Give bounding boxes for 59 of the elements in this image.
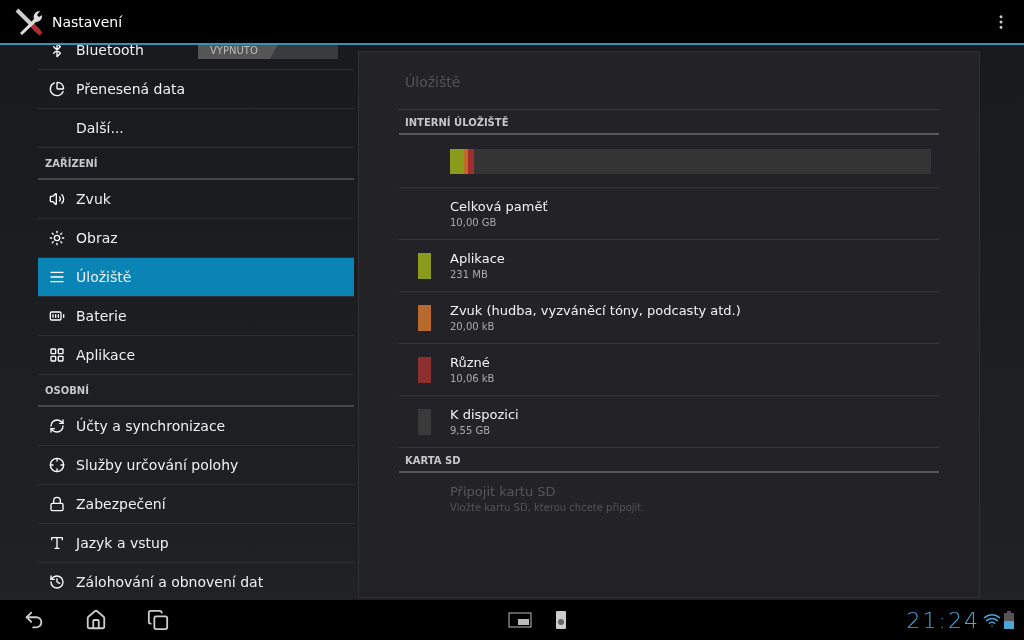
settings-item[interactable]: Úložiště bbox=[38, 258, 354, 297]
settings-item[interactable]: Další... bbox=[38, 109, 354, 148]
item-label: Zvuk bbox=[76, 191, 112, 207]
item-label: Další... bbox=[76, 120, 125, 136]
home-button[interactable] bbox=[84, 608, 108, 632]
item-label: Přenesená data bbox=[76, 81, 187, 97]
item-label: Zálohování a obnovení dat bbox=[76, 574, 265, 590]
entry-title: K dispozici bbox=[450, 407, 519, 422]
category-header: ZAŘÍZENÍ bbox=[38, 148, 354, 180]
section-header: INTERNÍ ÚLOŽIŠTĚ bbox=[399, 110, 939, 135]
settings-item[interactable]: Zvuk bbox=[38, 180, 354, 219]
entry-title: Různé bbox=[450, 355, 491, 370]
setting-icon bbox=[49, 574, 65, 590]
clock: 21:24 bbox=[906, 607, 980, 633]
app-title: Nastavení bbox=[52, 13, 123, 30]
entry-value: 10,06 kB bbox=[450, 373, 495, 384]
settings-item[interactable]: Zabezpečení bbox=[38, 485, 354, 524]
window-icon[interactable] bbox=[508, 612, 533, 628]
tools-icon bbox=[14, 6, 44, 37]
item-label: Aplikace bbox=[76, 347, 136, 363]
setting-icon bbox=[49, 457, 65, 473]
entry-title: Aplikace bbox=[450, 251, 505, 266]
toggle-switch[interactable]: VYPNUTO bbox=[198, 45, 338, 59]
entry-value: 231 MB bbox=[450, 269, 489, 280]
setting-icon bbox=[49, 418, 65, 434]
setting-icon bbox=[49, 81, 65, 97]
item-label: Jazyk a vstup bbox=[76, 535, 170, 551]
battery-icon bbox=[1004, 611, 1014, 629]
category-header: OSOBNÍ bbox=[38, 375, 354, 407]
setting-icon bbox=[49, 191, 65, 207]
settings-item[interactable]: Služby určování polohy bbox=[38, 446, 354, 485]
wifi-icon bbox=[983, 611, 1001, 629]
settings-item[interactable]: Přenesená data bbox=[38, 70, 354, 109]
setting-icon bbox=[49, 535, 65, 551]
device-icon[interactable] bbox=[556, 611, 567, 629]
entry-value: 20,00 kB bbox=[450, 321, 496, 332]
entry-value: 9,55 GB bbox=[450, 425, 492, 436]
item-label: Obraz bbox=[76, 230, 119, 246]
recent-apps-button[interactable] bbox=[146, 608, 170, 632]
settings-item[interactable]: Aplikace bbox=[38, 336, 354, 375]
settings-item[interactable]: Účty a synchronizace bbox=[38, 407, 354, 446]
setting-icon bbox=[49, 496, 65, 512]
entry-title: Zvuk (hudba, vyzváněcí tóny, podcasty atd.) bbox=[450, 303, 741, 318]
item-label: Úložiště bbox=[76, 269, 133, 285]
entry-title: Celková paměť bbox=[450, 199, 548, 214]
setting-icon bbox=[49, 347, 65, 363]
item-label: Bluetooth bbox=[76, 45, 145, 58]
setting-icon bbox=[49, 230, 65, 246]
item-label: Baterie bbox=[76, 308, 128, 324]
setting-icon bbox=[49, 308, 65, 324]
settings-item[interactable]: Bluetooth VYPNUTO bbox=[38, 45, 354, 70]
entry-value: 10,00 GB bbox=[450, 217, 498, 228]
settings-item[interactable]: Baterie bbox=[38, 297, 354, 336]
setting-icon bbox=[49, 269, 65, 285]
settings-item[interactable]: Jazyk a vstup bbox=[38, 524, 354, 563]
item-label: Zabezpečení bbox=[76, 496, 167, 512]
section-header: KARTA SD bbox=[399, 448, 939, 473]
item-label: Služby určování polohy bbox=[76, 457, 240, 473]
item-label: Účty a synchronizace bbox=[76, 418, 227, 434]
